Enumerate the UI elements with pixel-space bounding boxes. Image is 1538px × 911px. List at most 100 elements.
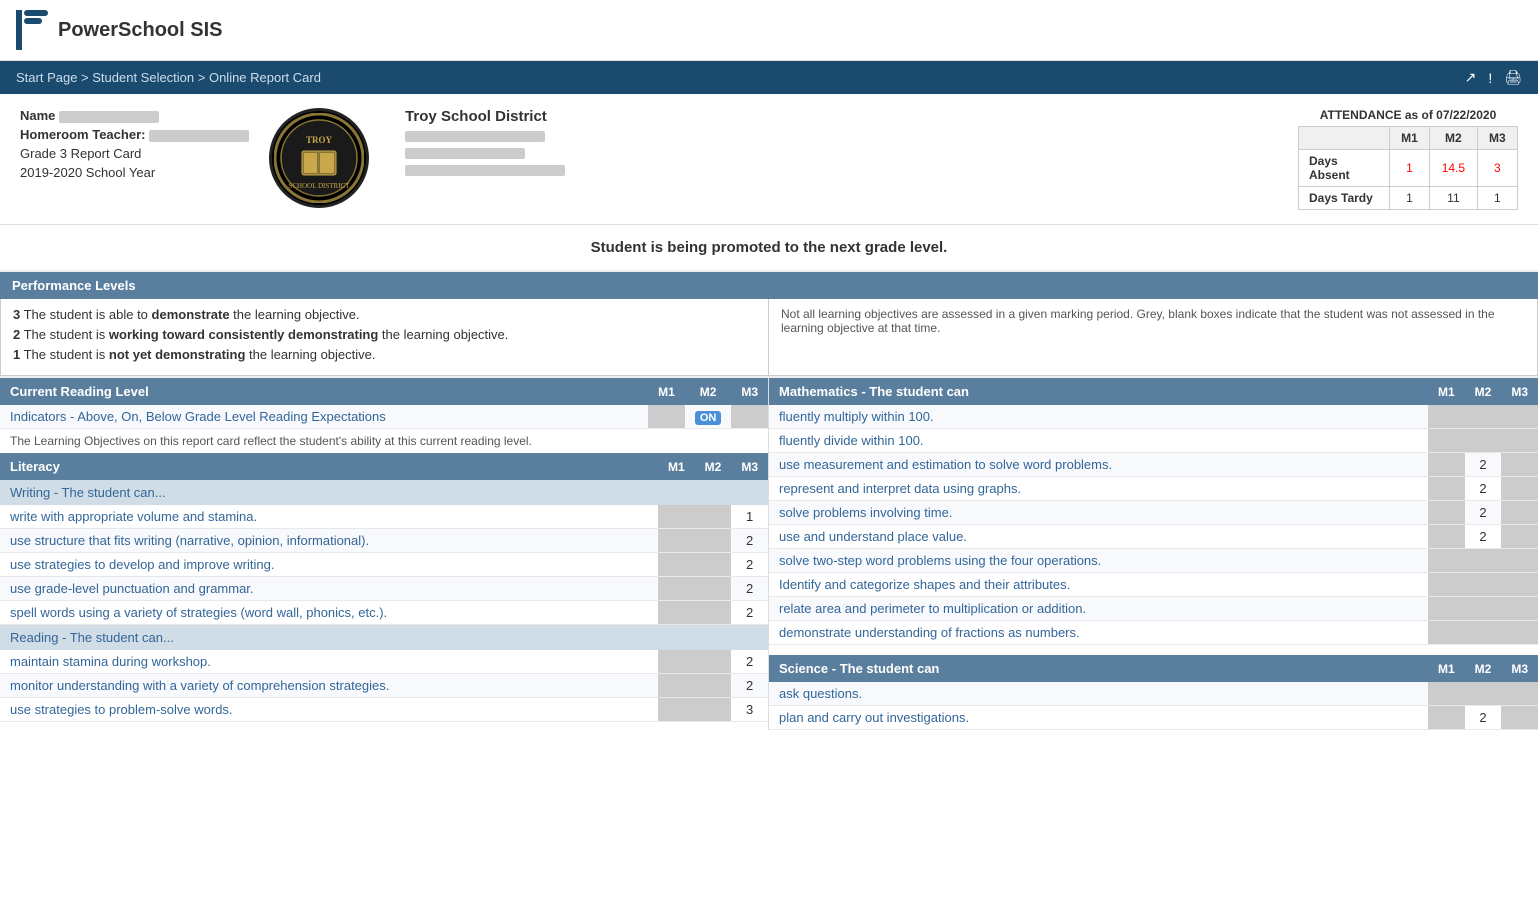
top-header: PowerSchool SIS [0,0,1538,61]
literacy-item-row: maintain stamina during workshop. 2 [0,650,768,674]
r3-m3: 3 [731,698,768,722]
math-item-text: use measurement and estimation to solve … [769,453,1428,477]
absent-label: DaysAbsent [1299,150,1390,187]
math-item-text: use and understand place value. [769,525,1428,549]
math-item-text: relate area and perimeter to multiplicat… [769,597,1428,621]
student-name-redacted [59,111,159,123]
w5-m3: 2 [731,601,768,625]
science-item-row: ask questions. [769,682,1538,706]
w5-m1 [658,601,695,625]
m-shapes-m3 [1501,573,1538,597]
year-label: 2019-2020 School Year [20,165,155,180]
r2-m2 [695,674,732,698]
w3-m2 [695,553,732,577]
m-graph-m3 [1501,477,1538,501]
school-info: Troy School District [405,108,565,182]
tardy-label: Days Tardy [1299,187,1390,210]
m-divide-m2 [1465,429,1502,453]
year-row: 2019-2020 School Year [20,165,249,180]
reading-level-m2-header: M2 [685,378,732,405]
reading-subheader-row: Reading - The student can... [0,625,768,651]
w3-m3: 2 [731,553,768,577]
w1-m3: 1 [731,505,768,529]
student-details: Name Homeroom Teacher: Grade 3 Report Ca… [20,108,249,184]
math-m3-header: M3 [1501,378,1538,405]
print-icon[interactable]: 🖨 [1504,69,1522,86]
literacy-header-row: Literacy M1 M2 M3 [0,453,768,480]
science-table: Science - The student can M1 M2 M3 ask q… [769,655,1538,730]
m-twostep-m3 [1501,549,1538,573]
m-fractions-m1 [1428,621,1465,645]
literacy-item-row: use structure that fits writing (narrati… [0,529,768,553]
science-m2-header: M2 [1465,655,1502,682]
math-header-label: Mathematics - The student can [769,378,1428,405]
math-item-row: use measurement and estimation to solve … [769,453,1538,477]
perf-level-2: 2 The student is working toward consiste… [13,327,756,342]
absent-m1: 1 [1389,150,1429,187]
literacy-m1-header: M1 [658,453,695,480]
r3-m2 [695,698,732,722]
indicator-label: Indicators - Above, On, Below Grade Leve… [0,405,648,429]
math-m1-header: M1 [1428,378,1465,405]
m-graph-m1 [1428,477,1465,501]
alert-icon[interactable]: ! [1488,70,1492,86]
literacy-item-text: monitor understanding with a variety of … [0,674,658,698]
w4-m3: 2 [731,577,768,601]
r1-m2 [695,650,732,674]
reading-level-m3-header: M3 [731,378,768,405]
school-logo: TROY SCHOOL DISTRICT [269,108,369,208]
literacy-item-text: spell words using a variety of strategie… [0,601,658,625]
m-divide-m3 [1501,429,1538,453]
r1-m3: 2 [731,650,768,674]
math-item-text: represent and interpret data using graph… [769,477,1428,501]
external-link-icon[interactable]: ↗ [1465,69,1477,86]
performance-left: 3 The student is able to demonstrate the… [1,299,769,375]
w4-m2 [695,577,732,601]
science-header-label: Science - The student can [769,655,1428,682]
r1-m1 [658,650,695,674]
performance-body: 3 The student is able to demonstrate the… [0,299,1538,376]
literacy-item-row: use strategies to problem-solve words. 3 [0,698,768,722]
school-info-redacted-1 [405,131,545,142]
math-item-row: use and understand place value. 2 [769,525,1538,549]
m-fractions-m3 [1501,621,1538,645]
homeroom-row: Homeroom Teacher: [20,127,249,142]
math-item-text: solve two-step word problems using the f… [769,549,1428,573]
reading-level-m1-header: M1 [648,378,685,405]
main-content: Current Reading Level M1 M2 M3 Indicator… [0,376,1538,730]
w2-m2 [695,529,732,553]
indicator-m2: ON [685,405,732,429]
s-ask-m2 [1465,682,1502,706]
m-area-m3 [1501,597,1538,621]
grade-row: Grade 3 Report Card [20,146,249,161]
student-name-row: Name [20,108,249,123]
m-place-m3 [1501,525,1538,549]
m-area-m2 [1465,597,1502,621]
reading-level-indicators-row: Indicators - Above, On, Below Grade Leve… [0,405,768,429]
m-measure-m2: 2 [1465,453,1502,477]
science-header-row: Science - The student can M1 M2 M3 [769,655,1538,682]
attendance-row-tardy: Days Tardy 1 11 1 [1299,187,1518,210]
literacy-item-row: use grade-level punctuation and grammar.… [0,577,768,601]
m-area-m1 [1428,597,1465,621]
m-divide-m1 [1428,429,1465,453]
svg-text:TROY: TROY [306,135,333,145]
math-table: Mathematics - The student can M1 M2 M3 f… [769,378,1538,645]
absent-m2: 14.5 [1430,150,1478,187]
m-time-m2: 2 [1465,501,1502,525]
homeroom-label: Homeroom Teacher: [20,127,145,142]
indicator-m1 [648,405,685,429]
reading-level-header-row: Current Reading Level M1 M2 M3 [0,378,768,405]
literacy-m2-header: M2 [695,453,732,480]
m-place-m1 [1428,525,1465,549]
performance-section: Performance Levels 3 The student is able… [0,272,1538,376]
s-plan-m1 [1428,706,1465,730]
math-item-row: solve two-step word problems using the f… [769,549,1538,573]
writing-subheader-row: Writing - The student can... [0,480,768,505]
w5-m2 [695,601,732,625]
math-m2-header: M2 [1465,378,1502,405]
science-item-text: plan and carry out investigations. [769,706,1428,730]
math-item-row: fluently multiply within 100. [769,405,1538,429]
promotion-text: Student is being promoted to the next gr… [591,239,948,256]
performance-note: Not all learning objectives are assessed… [781,307,1495,335]
